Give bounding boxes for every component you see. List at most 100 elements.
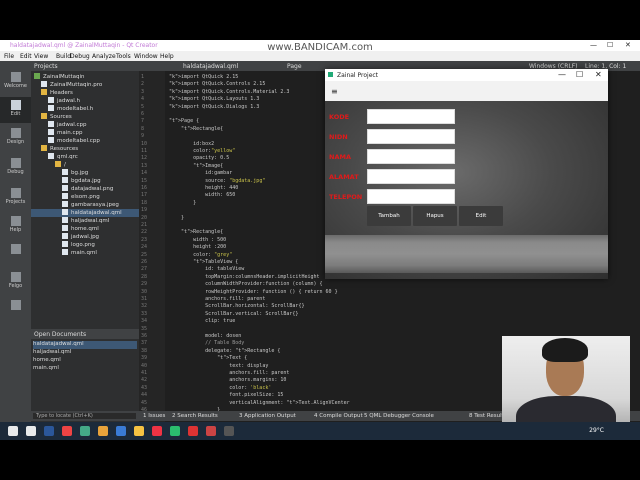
tree-item[interactable]: qml.qrc xyxy=(48,153,78,161)
line-number: 27 xyxy=(141,266,148,273)
tree-item[interactable]: Sources xyxy=(41,113,72,121)
record-icon[interactable] xyxy=(188,426,198,436)
tree-item[interactable]: haljadwal.qml xyxy=(62,217,109,225)
chrome-icon[interactable] xyxy=(98,426,108,436)
input-alamat[interactable] xyxy=(367,169,455,184)
tree-item[interactable]: main.qml xyxy=(62,249,97,257)
line-number: 43 xyxy=(141,384,148,391)
start-icon[interactable] xyxy=(8,426,18,436)
tree-item[interactable]: / xyxy=(55,161,66,169)
line-number: 35 xyxy=(141,325,148,332)
tree-item[interactable]: jadwal.jpg xyxy=(62,233,99,241)
tree-item[interactable]: Resources xyxy=(41,145,78,153)
mode-help[interactable]: Help xyxy=(0,213,31,239)
line-number: 21 xyxy=(141,222,148,228)
app-icon[interactable] xyxy=(62,426,72,436)
folder-icon xyxy=(55,161,61,167)
output-tab[interactable]: 2 Search Results xyxy=(172,413,218,419)
mode-welcome[interactable]: Welcome xyxy=(0,69,31,95)
app-icon[interactable] xyxy=(80,426,90,436)
code-line: "t">Rectangle{ xyxy=(181,125,224,132)
tree-item[interactable]: home.qml xyxy=(62,225,99,233)
output-tab[interactable]: 4 Compile Output xyxy=(314,413,363,419)
menu-window[interactable]: Window xyxy=(134,53,158,60)
code-line: "t">Text { xyxy=(217,355,248,362)
input-telepon[interactable] xyxy=(367,189,455,204)
menu-file[interactable]: File xyxy=(4,53,14,60)
line-number: 29 xyxy=(141,281,148,288)
input-nama[interactable] xyxy=(367,149,455,164)
menu-tools[interactable]: Tools xyxy=(116,53,131,60)
qtcreator-icon[interactable] xyxy=(224,426,234,436)
tree-item-label: qml.qrc xyxy=(57,154,78,160)
code-line: "t">Page { xyxy=(169,118,200,125)
tree-item[interactable]: jadwal.h xyxy=(48,97,80,105)
open-document-item[interactable]: haljadwal.qml xyxy=(33,349,71,357)
output-tab[interactable]: 5 QML Debugger Console xyxy=(364,413,434,419)
tree-item-label: bgdata.jpg xyxy=(71,178,101,184)
menu-view[interactable]: View xyxy=(34,53,48,60)
output-tab[interactable]: 1 Issues xyxy=(143,413,165,419)
input-kode[interactable] xyxy=(367,109,455,124)
editor-tab[interactable]: haldatajadwal.qml xyxy=(183,63,238,70)
tree-item[interactable]: main.cpp xyxy=(48,129,83,137)
tree-item[interactable]: elsom.png xyxy=(62,193,100,201)
app-icon[interactable] xyxy=(152,426,162,436)
hapus-button[interactable]: Hapus xyxy=(413,206,457,226)
open-document-item[interactable]: main.qml xyxy=(33,365,59,373)
mode-felgo[interactable]: Felgo xyxy=(0,269,31,295)
app-icon[interactable] xyxy=(170,426,180,436)
tree-item[interactable]: bg.jpg xyxy=(62,169,88,177)
recording-watermark: www.BANDICAM.com xyxy=(267,42,373,53)
tree-item-label: elsom.png xyxy=(71,194,100,200)
app-icon[interactable] xyxy=(116,426,126,436)
tree-item[interactable]: modeltabel.h xyxy=(48,105,93,113)
app-maximize-icon[interactable]: ☐ xyxy=(576,70,583,79)
code-line: width: 650 xyxy=(169,192,236,199)
app-icon[interactable] xyxy=(206,426,216,436)
locator-input[interactable]: Type to locate (Ctrl+K) xyxy=(33,413,136,419)
code-line: height: 440 xyxy=(169,185,239,191)
tree-item[interactable]: Headers xyxy=(41,89,73,97)
mode-debug[interactable]: Debug xyxy=(0,155,31,181)
tree-item-label: / xyxy=(64,162,66,168)
mode-projects[interactable]: Projects xyxy=(0,185,31,211)
output-tab[interactable]: 3 Application Output xyxy=(239,413,296,419)
tree-item-label: main.qml xyxy=(71,250,97,256)
tree-item[interactable]: modeltabel.cpp xyxy=(48,137,100,145)
menu-analyze[interactable]: Analyze xyxy=(92,53,116,60)
search-icon[interactable] xyxy=(26,426,36,436)
app-minimize-icon[interactable]: — xyxy=(558,70,566,79)
menu-debug[interactable]: Debug xyxy=(70,53,90,60)
symbol-crumb[interactable]: Page xyxy=(287,63,302,70)
input-nidn[interactable] xyxy=(367,129,455,144)
file-explorer-icon[interactable] xyxy=(134,426,144,436)
vscode-icon[interactable] xyxy=(44,426,54,436)
app-close-icon[interactable]: ✕ xyxy=(595,70,602,79)
menu-help[interactable]: Help xyxy=(160,53,174,60)
mode-edit[interactable]: Edit xyxy=(0,97,31,123)
mode-item-6[interactable] xyxy=(0,241,31,267)
tambah-button[interactable]: Tambah xyxy=(367,206,411,226)
tree-item[interactable]: ZainalMuttaqin.pro xyxy=(41,81,102,89)
locator-bar: Type to locate (Ctrl+K) xyxy=(0,411,139,421)
edit-button[interactable]: Edit xyxy=(459,206,503,226)
data-table[interactable] xyxy=(325,235,608,273)
file-icon xyxy=(62,209,68,215)
tree-item[interactable]: logo.png xyxy=(62,241,95,249)
menu-edit[interactable]: Edit xyxy=(20,53,32,60)
tree-item[interactable]: jadwal.cpp xyxy=(48,121,87,129)
code-line: "k">import QtQuick.Controls 2.15 xyxy=(169,81,266,88)
mode-label: Projects xyxy=(5,199,26,205)
mode-design[interactable]: Design xyxy=(0,125,31,151)
tree-item[interactable]: datajadwal.png xyxy=(62,185,113,193)
open-document-item[interactable]: haldatajadwal.qml xyxy=(33,341,137,349)
mode-item-8[interactable] xyxy=(0,297,31,323)
code-line: } xyxy=(169,214,185,221)
open-document-item[interactable]: home.qml xyxy=(33,357,61,365)
menu-icon[interactable]: ≡ xyxy=(331,87,338,96)
tree-item[interactable]: bgdata.jpg xyxy=(62,177,101,185)
tree-item[interactable]: gambarasya.jpeg xyxy=(62,201,119,209)
menu-build[interactable]: Build xyxy=(56,53,71,60)
tree-item[interactable]: ZainalMuttaqin xyxy=(34,73,84,81)
